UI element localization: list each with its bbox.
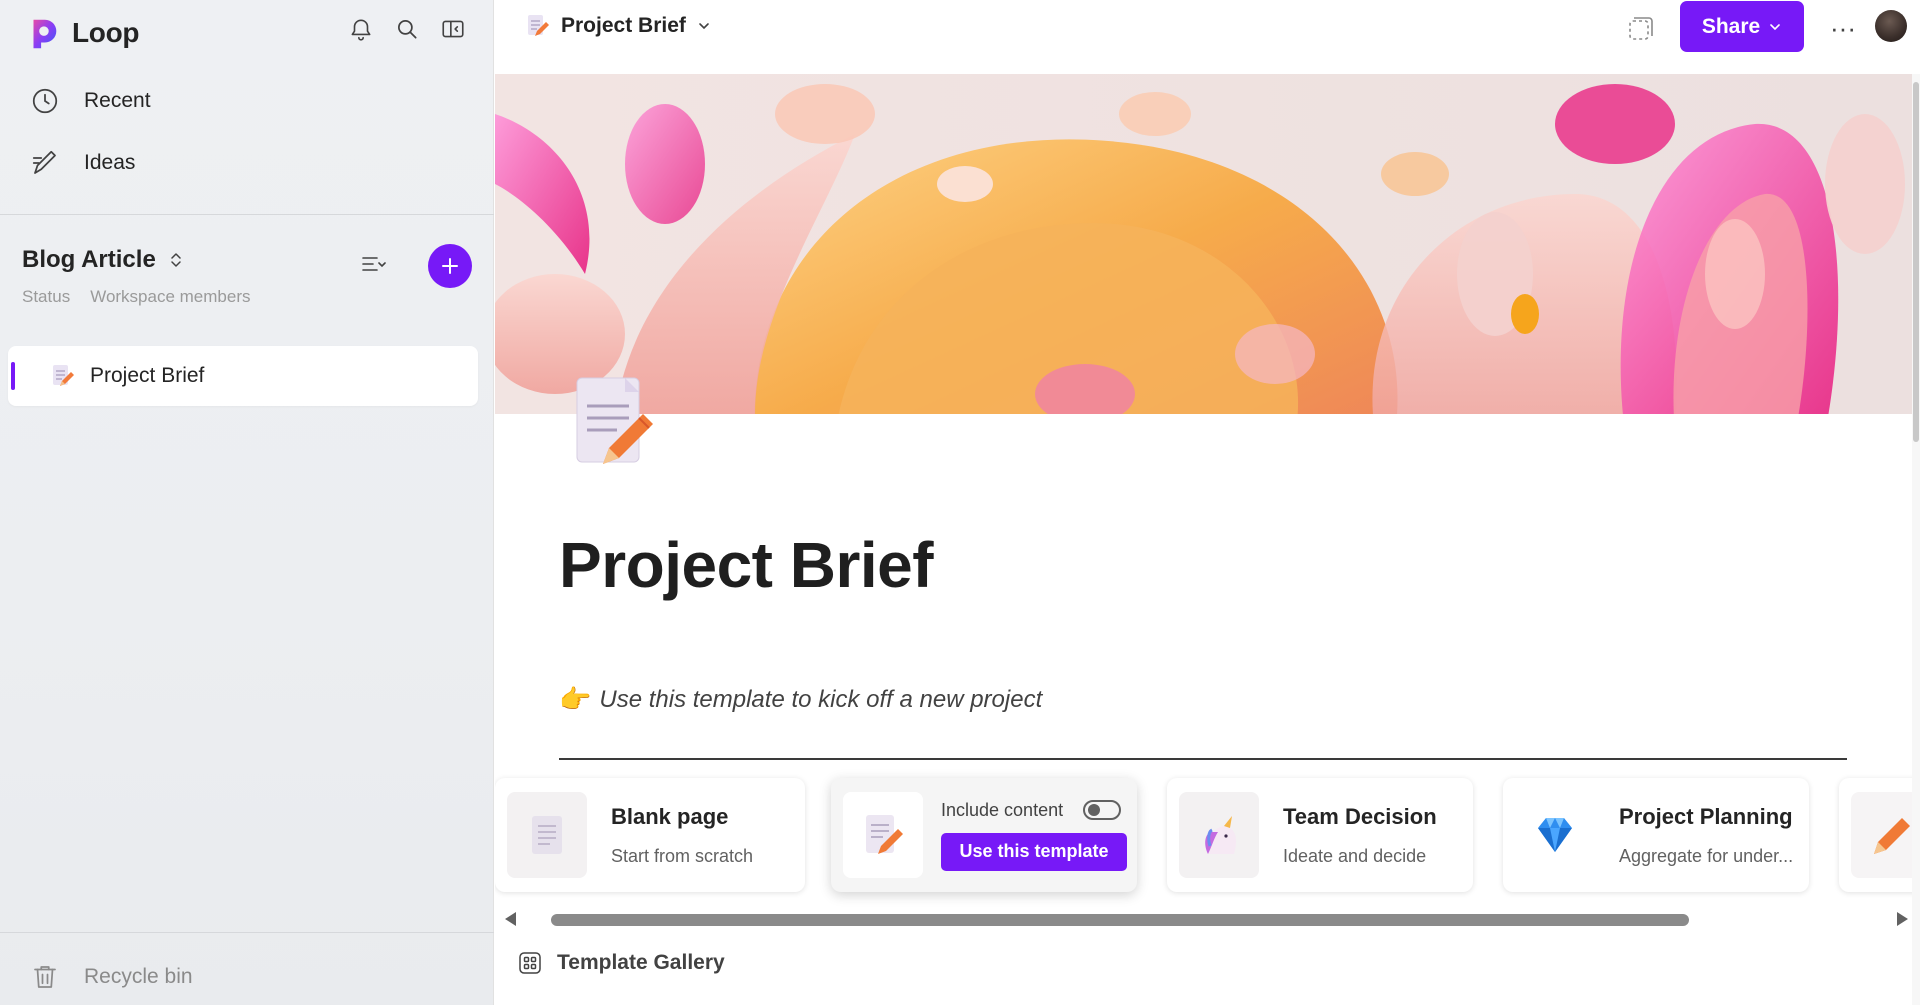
breadcrumb-label: Project Brief	[561, 14, 686, 37]
workspace-members[interactable]: Workspace members	[90, 287, 250, 307]
nav-ideas[interactable]: Ideas	[30, 148, 135, 178]
avatar[interactable]	[1875, 10, 1907, 42]
template-title: Team Decision	[1283, 803, 1437, 829]
page-pencil-icon[interactable]	[567, 372, 659, 472]
workspace-meta: Status Workspace members	[22, 287, 251, 307]
sidebar-page-label: Project Brief	[90, 364, 205, 387]
recycle-bin[interactable]: Recycle bin	[30, 962, 193, 992]
list-sort-icon	[362, 257, 386, 271]
workspace-title[interactable]: Blog Article	[22, 246, 186, 274]
clock-icon	[32, 88, 58, 114]
scroll-left-arrow-icon[interactable]	[505, 912, 516, 926]
add-page-button[interactable]	[428, 244, 472, 288]
pencil-icon	[1874, 818, 1910, 854]
breadcrumb[interactable]: Project Brief	[523, 12, 712, 40]
template-actions: Include content Use this template	[941, 800, 1127, 871]
page-status-icon[interactable]	[1623, 12, 1657, 46]
scroll-right-arrow-icon[interactable]	[1897, 912, 1908, 926]
template-thumb	[1515, 792, 1595, 878]
template-thumb	[1851, 792, 1912, 878]
template-card-project-planning[interactable]: Project Planning Aggregate for under...	[1503, 778, 1809, 892]
include-content-label: Include content	[941, 799, 1064, 820]
template-thumb	[1179, 792, 1259, 878]
template-text: Blank page Start from scratch	[611, 804, 753, 867]
cover-art	[495, 74, 1912, 414]
template-card-blank[interactable]: Blank page Start from scratch	[495, 778, 805, 892]
page-canvas: Project Brief 👉 Use this template to kic…	[495, 74, 1912, 1005]
selected-indicator	[11, 362, 15, 390]
scrollbar-thumb[interactable]	[551, 914, 1689, 926]
pen-note-icon	[32, 150, 56, 174]
notifications-button[interactable]	[346, 14, 376, 44]
template-gallery-label: Template Gallery	[557, 951, 725, 974]
brand[interactable]: Loop	[24, 14, 140, 52]
share-button[interactable]: Share	[1680, 1, 1804, 52]
sidebar-toolbar	[346, 14, 468, 44]
page-pencil-icon	[53, 365, 74, 386]
nav-recent-label: Recent	[84, 89, 151, 112]
template-subtitle: Ideate and decide	[1283, 845, 1427, 866]
sidebar-bottom-divider	[0, 932, 494, 933]
tagline-text: Use this template to kick off a new proj…	[599, 685, 1043, 713]
template-title: Blank page	[611, 803, 729, 829]
search-icon	[398, 20, 417, 39]
grid-icon	[519, 952, 541, 974]
sidebar: Loop Recent Ideas Blog Article Status Wo…	[0, 0, 494, 1005]
app-name: Loop	[72, 17, 140, 48]
collapse-sidebar-button[interactable]	[438, 14, 468, 44]
template-card-partial[interactable]	[1839, 778, 1912, 892]
nav-ideas-label: Ideas	[84, 151, 136, 174]
chevron-down-icon	[1770, 23, 1780, 30]
scrollbar-thumb[interactable]	[1913, 82, 1919, 442]
template-subtitle: Aggregate for under...	[1619, 845, 1794, 866]
more-icon: ···	[1830, 12, 1856, 43]
trash-icon	[34, 966, 56, 988]
template-carousel: Blank page Start from scratch Include co…	[495, 778, 1912, 898]
template-subtitle: Start from scratch	[611, 845, 754, 866]
recycle-bin-label: Recycle bin	[84, 965, 193, 988]
page-title[interactable]: Project Brief	[559, 528, 934, 602]
unicorn-icon	[1205, 816, 1237, 854]
tagline[interactable]: 👉 Use this template to kick off a new pr…	[559, 684, 1042, 715]
horizontal-scrollbar[interactable]	[495, 910, 1912, 930]
divider-line	[559, 758, 1847, 760]
share-label: Share	[1701, 14, 1761, 38]
workspace-title-label: Blog Article	[22, 246, 156, 273]
vertical-scrollbar[interactable]	[1912, 74, 1920, 1005]
template-title: Project Planning	[1619, 803, 1793, 829]
pointing-hand-icon: 👉	[559, 684, 592, 714]
chevron-updown-icon	[171, 253, 181, 267]
panel-collapse-icon	[442, 20, 464, 38]
template-thumb	[507, 792, 587, 878]
plus-icon	[442, 258, 458, 274]
template-text: Project Planning Aggregate for under...	[1619, 804, 1793, 867]
template-text: Team Decision Ideate and decide	[1283, 804, 1437, 867]
cover-image[interactable]	[495, 74, 1912, 414]
more-options-button[interactable]: ···	[1825, 10, 1861, 46]
template-card-team-decision[interactable]: Team Decision Ideate and decide	[1167, 778, 1473, 892]
loop-logo-icon	[33, 19, 57, 49]
page-pencil-icon	[866, 815, 903, 854]
workspace-status[interactable]: Status	[22, 287, 70, 307]
nav-recent[interactable]: Recent	[30, 86, 151, 116]
sort-button[interactable]	[360, 250, 388, 278]
bell-icon	[351, 19, 371, 41]
chevron-down-icon	[699, 23, 709, 30]
sidebar-page-project-brief[interactable]: Project Brief	[8, 346, 478, 406]
template-thumb	[843, 792, 923, 878]
include-content-row: Include content	[941, 800, 1127, 821]
blank-page-icon	[532, 816, 562, 854]
topbar: Project Brief Share ···	[495, 0, 1920, 74]
diamond-icon	[1538, 818, 1572, 852]
include-content-toggle[interactable]	[1083, 800, 1122, 820]
search-button[interactable]	[392, 14, 422, 44]
template-gallery-link[interactable]: Template Gallery	[517, 950, 725, 976]
page-pencil-icon	[528, 15, 549, 36]
template-card-project-brief[interactable]: Include content Use this template	[831, 778, 1137, 892]
sidebar-divider	[0, 214, 494, 215]
use-template-button[interactable]: Use this template	[941, 832, 1127, 871]
